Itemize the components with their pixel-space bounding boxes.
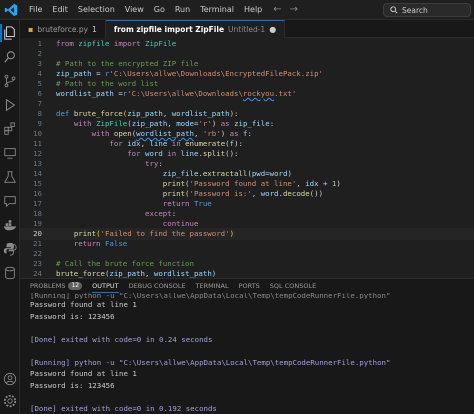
explorer-icon[interactable] [3,26,17,40]
testing-icon[interactable] [3,170,17,184]
tab-sql-console[interactable]: SQL CONSOLE [270,279,316,293]
menu-bar: File Edit Selection View Go Run Terminal… [24,0,267,20]
panel-tab-bar: PROBLEMS 12 OUTPUT DEBUG CONSOLE TERMINA… [20,279,474,293]
back-arrow-icon[interactable]: ← [273,4,281,15]
bottom-panel: PROBLEMS 12 OUTPUT DEBUG CONSOLE TERMINA… [20,278,474,414]
tab-output[interactable]: OUTPUT [92,279,119,293]
activity-bar [0,20,20,414]
line-number: 24 [33,269,42,278]
output-line: [Done] exited with code=0 in 0.24 second… [30,334,213,344]
tab-label: from zipfile import ZipFile [113,25,225,34]
output-line: Password found at line 1 [30,300,137,309]
tab-dirty-count: 1 [92,24,97,34]
close-icon[interactable]: ● [269,25,276,34]
tab-label: OUTPUT [92,281,119,290]
docker-icon[interactable] [3,218,17,232]
search-placeholder: Search [402,5,428,15]
remote-icon[interactable] [3,146,17,160]
forward-arrow-icon[interactable]: → [290,4,298,15]
problems-count-badge: 12 [68,282,83,290]
menu-selection[interactable]: Selection [73,0,120,20]
menu-run[interactable]: Run [170,0,195,20]
tab-untitled-1[interactable]: from zipfile import ZipFile Untitled-1 ● [105,20,286,38]
account-icon[interactable] [3,372,17,386]
python-icon[interactable] [3,242,17,256]
settings-icon[interactable] [3,394,17,408]
source-control-icon[interactable] [3,74,17,88]
tab-ports[interactable]: PORTS [239,279,260,293]
search-icon [390,6,398,14]
tab-bruteforce[interactable]: ▪ bruteforce.py 1 [20,20,106,38]
tab-label: TERMINAL [195,282,229,290]
database-icon[interactable] [3,266,17,280]
menu-go[interactable]: Go [149,0,170,20]
code-text: brute_force(zip_path, wordlist_path) [56,269,217,278]
code-editor[interactable]: 1 from zipfile import ZipFile 2 3 # Path to … [20,38,474,278]
tab-terminal[interactable]: TERMINAL [196,279,229,293]
vscode-logo-icon [4,3,18,16]
chat-icon[interactable] [3,194,17,208]
output-line: Password is: 123456 [30,380,115,390]
menu-edit[interactable]: Edit [47,0,73,20]
tab-label: PROBLEMS [30,282,66,290]
tab-label: DEBUG CONSOLE [128,282,186,290]
menu-file[interactable]: File [24,0,47,20]
title-bar: File Edit Selection View Go Run Terminal… [0,0,474,20]
menu-terminal[interactable]: Terminal [195,0,239,20]
editor-tab-bar: ▪ bruteforce.py 1 from zipfile import Zi… [20,20,474,38]
menu-help[interactable]: Help [239,0,267,20]
output-log[interactable]: [Running] python -u "C:\Users\allwe\AppD… [30,293,470,414]
output-line: [Done] exited with code=0 in 0.192 secon… [30,403,217,413]
output-line: Password is: 123456 [30,311,115,321]
tab-debug-console[interactable]: DEBUG CONSOLE [129,279,186,293]
run-debug-icon[interactable] [3,98,17,112]
code-line[interactable]: 24 brute_force(zip_path, wordlist_path) [20,268,474,278]
output-line: Password found at line 1 [30,369,137,378]
tab-problems[interactable]: PROBLEMS 12 [30,279,83,293]
command-search-box[interactable]: Search [383,3,471,17]
tab-sublabel: Untitled-1 [228,25,266,34]
menu-view[interactable]: View [120,0,149,20]
search-icon[interactable] [3,50,17,64]
output-line: [Running] python -u "C:\Users\allwe\AppD… [30,357,391,367]
python-file-icon: ▪ [28,24,34,34]
tab-label: PORTS [238,282,260,290]
tab-label: SQL CONSOLE [269,282,317,290]
tab-label: bruteforce.py [37,24,89,34]
extensions-icon[interactable] [3,122,17,136]
